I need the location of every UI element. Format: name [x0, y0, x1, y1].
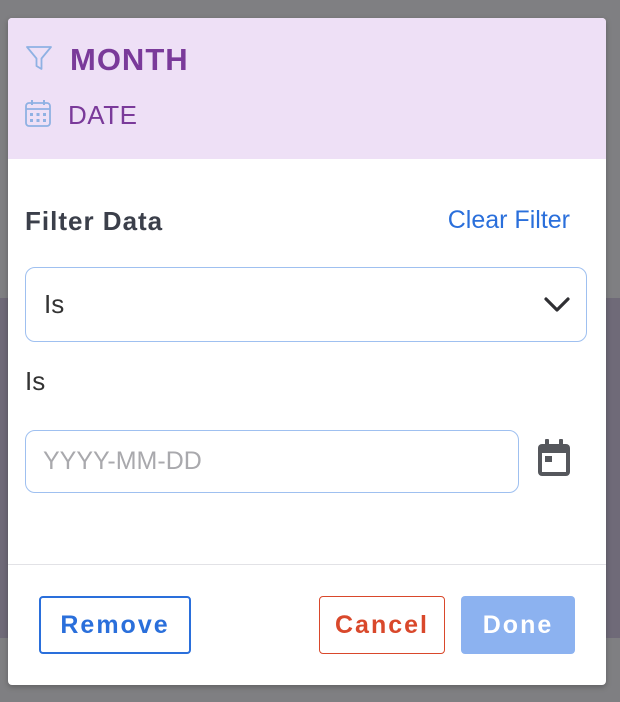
cancel-button[interactable]: Cancel	[319, 596, 445, 654]
footer-divider	[8, 564, 606, 565]
calendar-picker-button[interactable]	[535, 438, 573, 478]
remove-button[interactable]: Remove	[39, 596, 191, 654]
filter-popover: MONTH DATE Filter Data Clear Filter Is I…	[8, 18, 606, 685]
calendar-picker-icon	[538, 439, 570, 476]
operator-select-value: Is	[44, 289, 65, 319]
header-subtitle-row: DATE	[24, 98, 137, 132]
backdrop-right	[606, 298, 620, 638]
filter-heading: Filter Data	[25, 206, 164, 236]
operator-select[interactable]: Is	[25, 267, 587, 342]
column-title: MONTH	[70, 42, 189, 77]
popover-header: MONTH DATE	[8, 18, 606, 159]
operator-label: Is	[25, 366, 46, 396]
filter-icon	[24, 43, 70, 78]
calendar-icon	[24, 98, 68, 133]
clear-filter-link[interactable]: Clear Filter	[448, 206, 570, 235]
done-button[interactable]: Done	[461, 596, 575, 654]
date-input[interactable]	[25, 430, 519, 493]
header-title-row: MONTH	[24, 40, 189, 80]
column-type: DATE	[68, 99, 138, 130]
